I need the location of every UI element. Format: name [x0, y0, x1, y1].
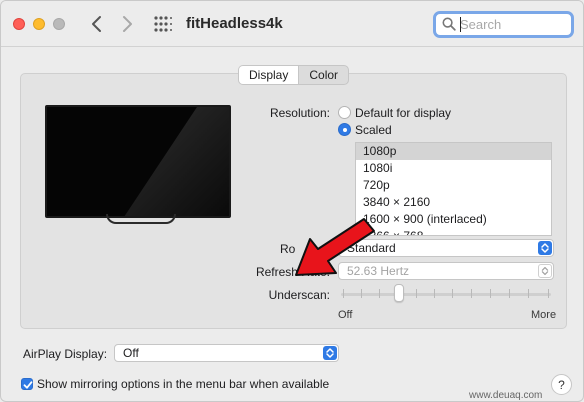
chevron-up-down-icon — [541, 243, 549, 253]
watermark: www.deuaq.com — [469, 390, 543, 401]
zoom-window-button[interactable] — [53, 18, 65, 30]
show-all-button[interactable] — [154, 16, 172, 32]
mirroring-checkbox[interactable] — [21, 378, 33, 390]
airplay-display-popup[interactable]: Off — [114, 344, 339, 362]
minimize-window-button[interactable] — [33, 18, 45, 30]
popup-stepper — [538, 241, 552, 255]
radio-default-label: Default for display — [355, 106, 452, 120]
chevron-up-down-icon — [326, 348, 334, 358]
radio-scaled-label: Scaled — [355, 123, 392, 137]
back-button[interactable] — [87, 13, 107, 35]
resolution-item[interactable]: 3840 × 2160 — [356, 194, 551, 211]
help-button[interactable]: ? — [551, 374, 572, 395]
checkmark-icon — [23, 381, 33, 389]
resolution-item[interactable]: 1080p — [356, 143, 551, 160]
chevron-right-icon — [123, 16, 132, 32]
search-field[interactable] — [433, 11, 574, 38]
underscan-max-label: More — [531, 309, 557, 321]
slider-tick — [379, 289, 380, 298]
slider-tick — [471, 289, 472, 298]
resolution-item[interactable]: 1366 × 768 — [356, 228, 551, 235]
forward-button[interactable] — [117, 13, 137, 35]
airplay-display-label: AirPlay Display: — [23, 347, 108, 361]
slider-knob[interactable] — [394, 284, 404, 302]
resolution-item[interactable]: 720p — [356, 177, 551, 194]
display-preferences-window: fitHeadless4k Display Color Re — [0, 0, 584, 402]
red-arrow-annotation — [295, 218, 375, 276]
window-title: fitHeadless4k — [186, 15, 283, 32]
slider-tick — [361, 289, 362, 298]
slider-tick — [343, 289, 344, 298]
search-icon — [442, 17, 456, 31]
search-input[interactable] — [460, 16, 568, 33]
tab-display[interactable]: Display — [239, 66, 300, 84]
slider-tick — [434, 289, 435, 298]
tab-color[interactable]: Color — [299, 66, 348, 84]
radio-scaled[interactable] — [338, 123, 351, 136]
resolution-item[interactable]: 1600 × 900 (interlaced) — [356, 211, 551, 228]
display-thumbnail — [45, 105, 231, 218]
underscan-min-label: Off — [338, 309, 353, 321]
popup-stepper — [538, 264, 552, 278]
display-stand — [106, 214, 176, 224]
chevron-up-down-icon — [541, 266, 549, 276]
slider-tick — [452, 289, 453, 298]
slider-tick — [548, 289, 549, 298]
chevron-left-icon — [92, 16, 101, 32]
resolution-label: Resolution: — [269, 106, 330, 120]
mirroring-checkbox-label: Show mirroring options in the menu bar w… — [37, 377, 330, 391]
airplay-display-value: Off — [123, 346, 139, 360]
slider-tick — [528, 289, 529, 298]
resolution-item[interactable]: 1080i — [356, 160, 551, 177]
grid-icon — [154, 16, 172, 32]
tab-bar: Display Color — [238, 65, 350, 85]
underscan-slider[interactable] — [341, 293, 551, 296]
underscan-label: Underscan: — [268, 288, 330, 302]
slider-tick — [416, 289, 417, 298]
close-window-button[interactable] — [13, 18, 25, 30]
slider-tick — [509, 289, 510, 298]
radio-default-for-display[interactable] — [338, 106, 351, 119]
screen-glare — [47, 107, 229, 216]
slider-tick — [490, 289, 491, 298]
resolution-list[interactable]: 1080p 1080i 720p 3840 × 2160 1600 × 900 … — [355, 142, 552, 236]
title-bar: fitHeadless4k — [1, 1, 583, 47]
popup-stepper — [323, 346, 337, 360]
text-cursor — [460, 17, 461, 32]
